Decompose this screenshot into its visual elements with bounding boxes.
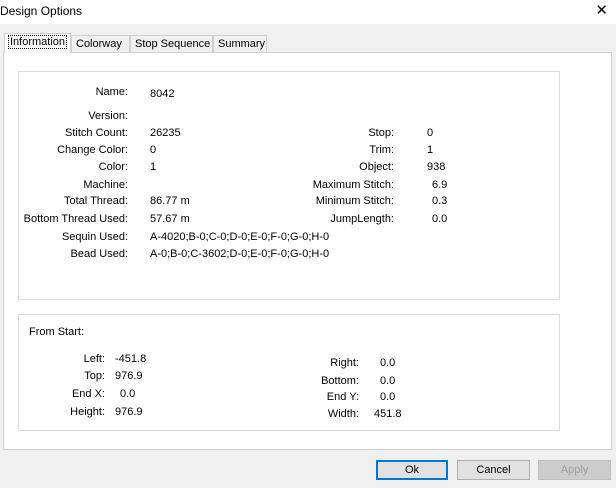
information-panel: Name: 8042 Version: Stitch Count: 26235 …	[3, 52, 612, 450]
bottom-value: 0.0	[380, 375, 396, 387]
width-value: 451.8	[374, 408, 402, 420]
right-label: Right:	[330, 357, 359, 369]
end-y-value: 0.0	[380, 391, 396, 403]
name-value: 8042	[150, 88, 175, 100]
tab-colorway-label: Colorway	[76, 38, 122, 50]
total-thread-label: Total Thread:	[63, 195, 128, 207]
design-info-group: Name: 8042 Version: Stitch Count: 26235 …	[18, 71, 560, 300]
bottom-thread-label: Bottom Thread Used:	[23, 213, 128, 225]
bead-used-label: Bead Used:	[70, 248, 128, 260]
window-title: Design Options	[0, 4, 83, 18]
object-label: Object:	[359, 161, 394, 173]
sequin-used-label: Sequin Used:	[61, 231, 128, 243]
bottom-thread-value: 57.67 m	[150, 213, 190, 225]
title-bar: Design Options ✕	[0, 0, 616, 24]
version-label: Version:	[88, 110, 128, 122]
minimum-stitch-value: 0.3	[432, 195, 448, 207]
trim-value: 1	[427, 144, 434, 156]
stitch-count-value: 26235	[150, 127, 181, 139]
top-label: Top:	[84, 370, 105, 382]
maximum-stitch-label: Maximum Stitch:	[312, 179, 394, 191]
name-label: Name:	[95, 86, 128, 98]
tab-summary[interactable]: Summary	[213, 35, 267, 52]
ok-button[interactable]: Ok	[376, 460, 448, 480]
height-value: 976.9	[115, 406, 143, 418]
apply-button[interactable]: Apply	[538, 460, 611, 480]
tab-stop-sequence[interactable]: Stop Sequence	[130, 35, 213, 52]
maximum-stitch-value: 6.9	[432, 179, 448, 191]
stop-label: Stop:	[368, 127, 394, 139]
sequin-used-value: A-4020;B-0;C-0;D-0;E-0;F-0;G-0;H-0	[150, 231, 330, 243]
stop-value: 0	[427, 127, 434, 139]
tab-colorway[interactable]: Colorway	[71, 35, 130, 52]
machine-label: Machine:	[83, 179, 128, 191]
bead-used-value: A-0;B-0;C-3602;D-0;E-0;F-0;G-0;H-0	[150, 248, 330, 260]
total-thread-value: 86.77 m	[150, 195, 190, 207]
bottom-label: Bottom:	[321, 375, 359, 387]
from-start-heading: From Start:	[29, 326, 85, 338]
stitch-count-label: Stitch Count:	[65, 127, 128, 139]
end-x-value: 0.0	[120, 388, 136, 400]
color-label: Color:	[98, 161, 128, 173]
height-label: Height:	[70, 406, 105, 418]
change-color-label: Change Color:	[57, 144, 128, 156]
tab-stop-sequence-label: Stop Sequence	[135, 38, 211, 50]
end-y-label: End Y:	[326, 391, 359, 403]
jump-length-label: JumpLength:	[330, 213, 394, 225]
jump-length-value: 0.0	[432, 213, 448, 225]
right-value: 0.0	[380, 357, 396, 369]
close-icon[interactable]: ✕	[595, 3, 608, 18]
tab-information[interactable]: Information	[4, 33, 71, 53]
color-value: 1	[150, 161, 157, 173]
object-value: 938	[427, 161, 446, 173]
width-label: Width:	[327, 408, 359, 420]
cancel-button[interactable]: Cancel	[457, 460, 530, 480]
from-start-group: From Start: Left: -451.8 Top: 976.9 End …	[18, 314, 560, 431]
left-value: -451.8	[115, 353, 147, 365]
end-x-label: End X:	[71, 388, 105, 400]
tab-information-label: Information	[7, 35, 68, 49]
left-label: Left:	[83, 353, 105, 365]
trim-label: Trim:	[369, 144, 394, 156]
tab-summary-label: Summary	[218, 38, 266, 50]
minimum-stitch-label: Minimum Stitch:	[315, 195, 394, 207]
change-color-value: 0	[150, 144, 157, 156]
top-value: 976.9	[115, 370, 143, 382]
